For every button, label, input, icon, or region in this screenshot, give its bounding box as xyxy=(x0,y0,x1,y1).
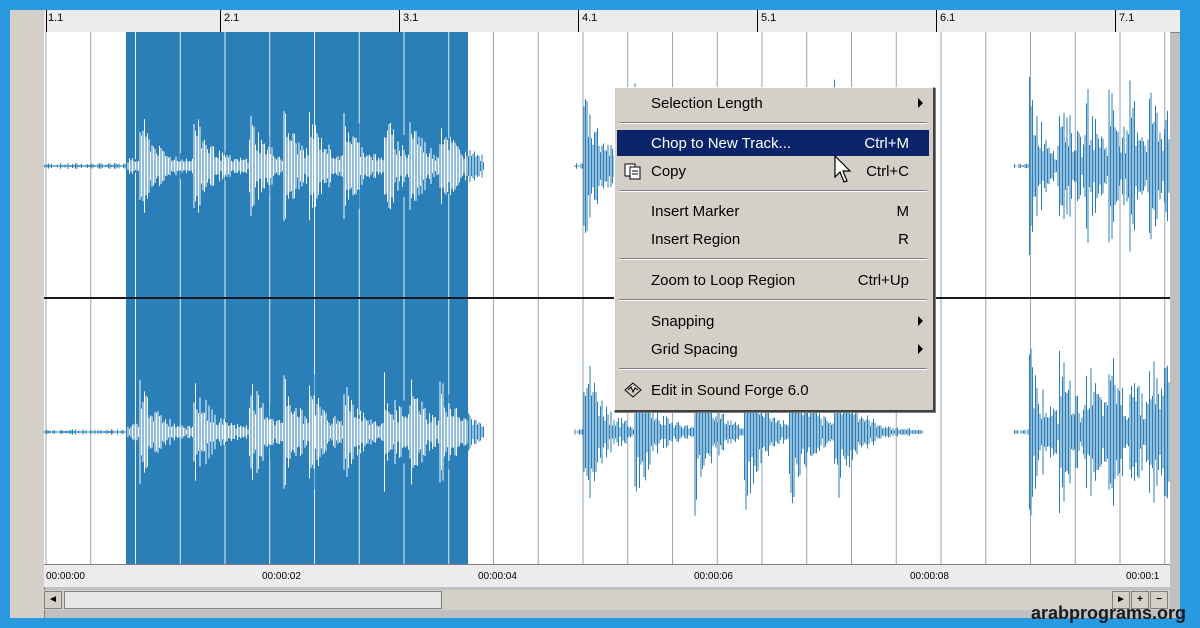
menu-item-label: Snapping xyxy=(651,313,715,330)
menu-item-insert-region[interactable]: Insert Region R xyxy=(617,226,929,252)
menu-separator xyxy=(619,368,927,370)
bar-tick xyxy=(1115,10,1116,32)
menu-item-edit-in-sound-forge[interactable]: Edit in Sound Forge 6.0 xyxy=(617,377,929,403)
bar-label: 4.1 xyxy=(582,12,598,24)
bar-tick xyxy=(757,10,758,32)
menu-item-label: Copy xyxy=(651,163,687,180)
menu-item-copy[interactable]: Copy Ctrl+C xyxy=(617,158,929,184)
bar-label: 1.1 xyxy=(48,12,64,24)
copy-icon xyxy=(624,163,641,180)
bar-label: 2.1 xyxy=(224,12,240,24)
menu-separator xyxy=(619,299,927,301)
time-label: 00:00:00 xyxy=(46,571,85,582)
submenu-arrow-icon xyxy=(918,316,923,326)
bar-tick xyxy=(399,10,400,32)
scrollbar-thumb[interactable] xyxy=(64,591,442,609)
menu-separator xyxy=(619,122,927,124)
context-menu: Selection Length Chop to New Track... Ct… xyxy=(614,87,935,412)
menu-item-label: Zoom to Loop Region xyxy=(651,272,796,289)
waveform-track[interactable] xyxy=(44,32,1170,564)
menu-item-shortcut: Ctrl+M xyxy=(864,135,909,152)
time-label: 00:00:1 xyxy=(1126,571,1160,582)
menu-item-shortcut: Ctrl+C xyxy=(866,163,909,180)
menu-item-shortcut: R xyxy=(898,231,909,248)
menu-item-shortcut: Ctrl+Up xyxy=(857,272,909,289)
bar-label: 7.1 xyxy=(1119,12,1135,24)
menu-item-snapping[interactable]: Snapping xyxy=(617,308,929,334)
menu-separator xyxy=(619,190,927,192)
mouse-pointer-icon xyxy=(834,155,852,183)
menu-item-label: Selection Length xyxy=(651,95,763,112)
site-watermark: arabprograms.org xyxy=(1030,603,1186,623)
sound-forge-icon xyxy=(624,382,642,398)
bar-tick xyxy=(220,10,221,32)
time-label: 00:00:06 xyxy=(694,571,733,582)
bar-tick xyxy=(936,10,937,32)
menu-item-label: Insert Marker xyxy=(651,203,740,220)
submenu-arrow-icon xyxy=(918,98,923,108)
time-label: 00:00:04 xyxy=(478,571,517,582)
menu-item-grid-spacing[interactable]: Grid Spacing xyxy=(617,336,929,362)
time-label: 00:00:08 xyxy=(910,571,949,582)
menu-item-selection-length[interactable]: Selection Length xyxy=(617,90,929,116)
bar-label: 3.1 xyxy=(403,12,419,24)
audio-editor-window: 1.1 2.1 3.1 4.1 5.1 6.1 7.1 00:00:00 00:… xyxy=(10,10,1180,618)
waveform-display[interactable] xyxy=(44,32,1170,564)
menu-item-label: Chop to New Track... xyxy=(651,135,792,152)
bar-tick xyxy=(46,10,47,32)
menu-item-label: Edit in Sound Forge 6.0 xyxy=(651,382,809,399)
track-header-strip xyxy=(10,10,45,618)
bar-tick xyxy=(578,10,579,32)
menu-item-insert-marker[interactable]: Insert Marker M xyxy=(617,198,929,224)
menu-item-chop-to-new-track[interactable]: Chop to New Track... Ctrl+M xyxy=(617,130,929,156)
menu-separator xyxy=(619,258,927,260)
time-ruler[interactable]: 00:00:00 00:00:02 00:00:04 00:00:06 00:0… xyxy=(44,564,1170,587)
submenu-arrow-icon xyxy=(918,344,923,354)
time-label: 00:00:02 xyxy=(262,571,301,582)
scroll-left-button[interactable]: ◄ xyxy=(44,591,62,609)
menu-item-zoom-to-loop-region[interactable]: Zoom to Loop Region Ctrl+Up xyxy=(617,267,929,293)
bar-ruler[interactable]: 1.1 2.1 3.1 4.1 5.1 6.1 7.1 xyxy=(44,10,1180,33)
menu-item-shortcut: M xyxy=(896,203,910,220)
horizontal-scrollbar[interactable]: ◄ ► + − xyxy=(44,590,1170,610)
bar-label: 6.1 xyxy=(940,12,956,24)
bar-label: 5.1 xyxy=(761,12,777,24)
menu-item-label: Grid Spacing xyxy=(651,341,738,358)
menu-item-label: Insert Region xyxy=(651,231,741,248)
